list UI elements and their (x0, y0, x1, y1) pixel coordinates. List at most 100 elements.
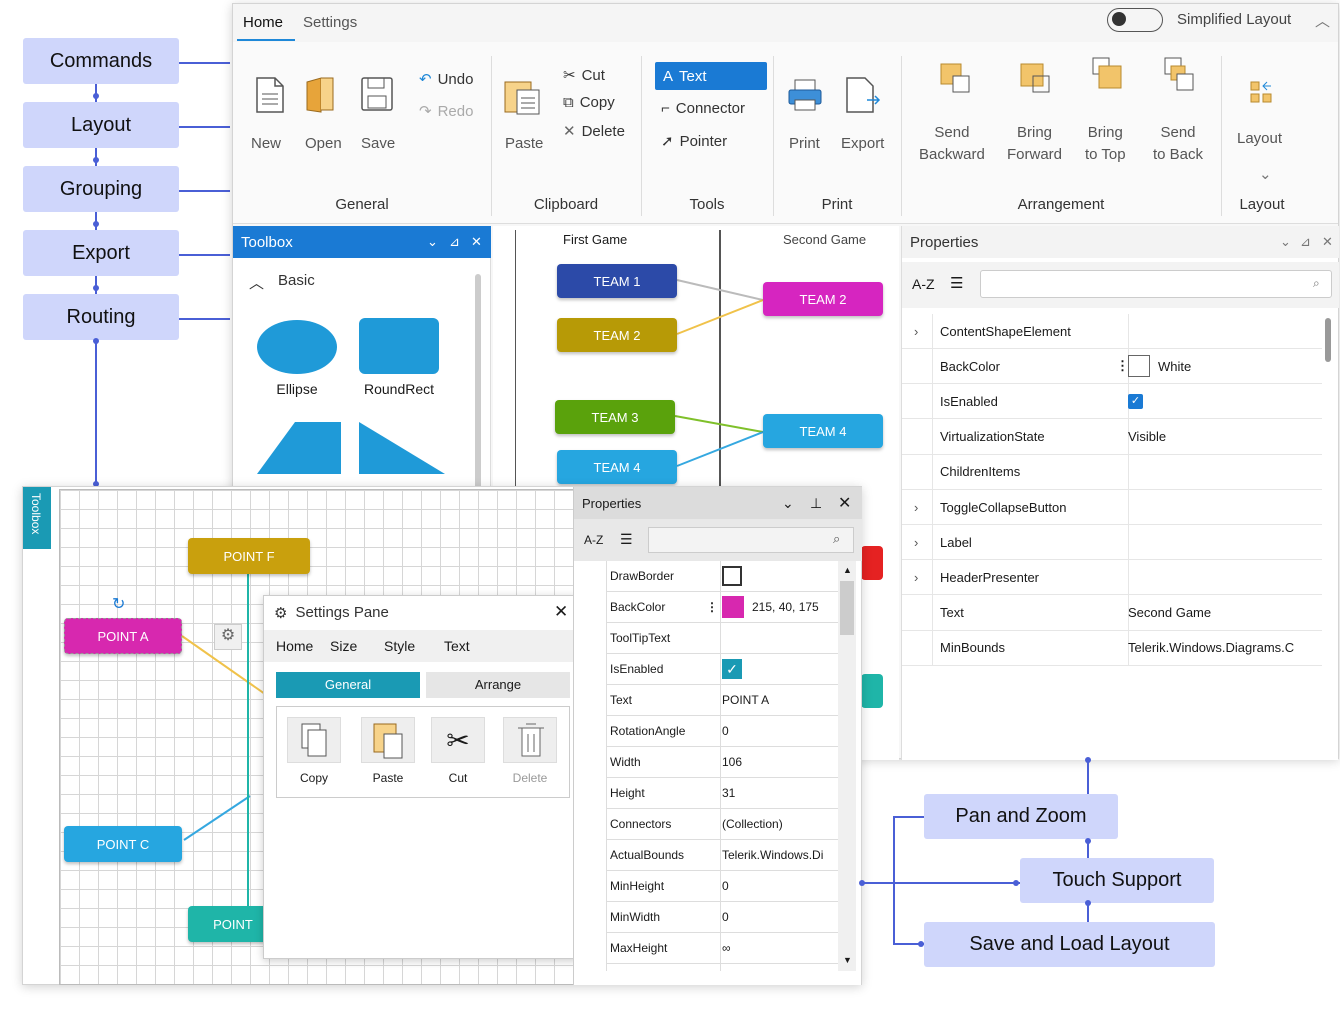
cut-button[interactable]: ✂ Cut (563, 66, 605, 85)
chevron-down-icon[interactable]: ⌄ (782, 495, 794, 512)
search-input[interactable]: ⌕ (980, 270, 1332, 298)
close-icon[interactable]: ✕ (1322, 234, 1333, 250)
roundrect-shape[interactable] (359, 318, 439, 374)
property-row[interactable]: Connectors (Collection) (606, 809, 838, 840)
redo-icon: ↷ (419, 103, 432, 120)
property-row[interactable]: MinWidth 0 (606, 902, 838, 933)
point-node[interactable]: POINT F (188, 538, 310, 574)
property-name: MaxHeight (610, 941, 668, 955)
team-node[interactable]: TEAM 1 (557, 264, 677, 298)
ellipse-shape[interactable] (257, 320, 337, 374)
subtab-arrange[interactable]: Arrange (426, 672, 570, 698)
property-row[interactable]: MaxHeight ∞ (606, 933, 838, 964)
pin-icon[interactable]: ⊥ (810, 495, 822, 512)
toolbox-scrollbar[interactable] (475, 274, 481, 494)
sort-az-button[interactable]: A-Z (584, 533, 603, 547)
property-row[interactable]: DrawBorder (606, 561, 838, 592)
settings-tab-home[interactable]: Home (276, 638, 313, 654)
property-row[interactable]: RotationAngle 0 (606, 716, 838, 747)
color-swatch[interactable] (722, 596, 744, 618)
property-row[interactable]: BackColor 215, 40, 175 ⋮ (606, 592, 838, 623)
property-row[interactable]: MinBounds Telerik.Windows.Diagrams.C (902, 631, 1322, 666)
property-row[interactable]: Text POINT A (606, 685, 838, 716)
chevron-down-icon[interactable]: ⌄ (1280, 234, 1291, 250)
property-row[interactable]: IsEnabled ✓ (902, 384, 1322, 420)
property-row[interactable]: IsEnabled ✓ (606, 654, 838, 685)
toolbox-section-basic[interactable]: ︿ Basic (249, 272, 315, 293)
point-node[interactable]: POINT C (64, 826, 182, 862)
property-name: ActualBounds (610, 848, 685, 862)
property-row[interactable]: ToolTipText (606, 623, 838, 654)
properties-scrollbar[interactable] (1325, 318, 1331, 362)
settings-tab-size[interactable]: Size (330, 638, 357, 654)
property-row[interactable]: BackColor White ⋮ (902, 349, 1322, 385)
pin-icon[interactable]: ⊿ (1300, 234, 1311, 250)
connector-tool-button[interactable]: ⌐ Connector (661, 100, 745, 117)
categorize-icon[interactable]: ☰ (950, 274, 963, 292)
property-row[interactable]: › HeaderPresenter (902, 560, 1322, 596)
close-icon[interactable]: ✕ (471, 234, 482, 250)
text-icon: A (663, 67, 674, 85)
undo-button[interactable]: ↶ Undo (419, 70, 473, 89)
label-save-and-load-layout: Save and Load Layout (924, 922, 1215, 967)
gear-icon[interactable]: ⚙ (214, 624, 242, 650)
settings-tab-style[interactable]: Style (384, 638, 415, 654)
tab-home[interactable]: Home (243, 14, 283, 31)
property-row[interactable]: ActualBounds Telerik.Windows.Di (606, 840, 838, 871)
chevron-down-icon[interactable]: ⌄ (427, 234, 438, 250)
property-row[interactable]: › Label (902, 525, 1322, 561)
property-row[interactable]: Height 31 (606, 778, 838, 809)
sort-az-button[interactable]: A-Z (912, 276, 935, 292)
team-node[interactable]: TEAM 3 (555, 400, 675, 434)
simplified-layout-toggle[interactable] (1107, 8, 1163, 32)
property-value: Telerik.Windows.Di (722, 848, 823, 862)
property-row[interactable]: › ToggleCollapseButton (902, 490, 1322, 525)
property-name: DrawBorder (610, 569, 675, 583)
search-input[interactable]: ⌕ (648, 527, 854, 553)
checkbox-checked[interactable]: ✓ (1128, 393, 1143, 409)
delete-button[interactable]: ✕ Delete (563, 122, 625, 141)
checkbox-unchecked[interactable] (722, 566, 742, 586)
team-node[interactable]: TEAM 2 (557, 318, 677, 352)
property-row[interactable]: ChildrenItems (902, 455, 1322, 490)
color-swatch[interactable] (1128, 355, 1150, 378)
chevron-right-icon[interactable]: › (914, 570, 918, 585)
settings-pane-title: ⚙ Settings Pane (274, 604, 389, 622)
property-name: Width (610, 755, 641, 769)
pointer-tool-button[interactable]: ➚ Pointer (661, 132, 727, 151)
copy-button[interactable]: ⧉ Copy (563, 94, 615, 111)
properties-scrollbar[interactable]: ▲ ▼ (838, 561, 856, 971)
team-node[interactable]: TEAM 2 (763, 282, 883, 316)
trapezoid-shape[interactable] (255, 420, 345, 476)
close-icon[interactable]: ✕ (554, 602, 568, 622)
collapse-ribbon-icon[interactable]: ︿ (1315, 10, 1330, 31)
checkbox-checked[interactable]: ✓ (722, 659, 742, 679)
property-row[interactable]: Width 106 (606, 747, 838, 778)
toolbox-side-tab[interactable]: Toolbox (23, 487, 51, 549)
more-icon[interactable]: ⋮ (1116, 358, 1129, 374)
subtab-general[interactable]: General (276, 672, 420, 698)
chevron-right-icon[interactable]: › (914, 324, 918, 339)
property-row[interactable]: MinHeight 0 (606, 871, 838, 902)
text-tool-button[interactable]: A Text (655, 62, 767, 90)
triangle-shape[interactable] (357, 420, 447, 476)
property-row[interactable]: › ContentShapeElement (902, 314, 1322, 349)
properties-header: Properties ⌄ ⊥ ✕ (574, 487, 862, 519)
team-node[interactable]: TEAM 4 (557, 450, 677, 484)
close-icon: ✕ (563, 123, 576, 140)
categorize-icon[interactable]: ☰ (620, 531, 633, 548)
rotate-icon[interactable]: ↻ (112, 594, 125, 614)
more-icon[interactable]: ⋮ (706, 600, 718, 614)
tab-settings[interactable]: Settings (303, 14, 357, 31)
redo-button[interactable]: ↷ Redo (419, 102, 473, 121)
chevron-right-icon[interactable]: › (914, 500, 918, 515)
property-row[interactable]: Text Second Game (902, 596, 1322, 631)
settings-tab-text[interactable]: Text (444, 638, 470, 654)
property-row[interactable]: VirtualizationState Visible (902, 420, 1322, 455)
team-node[interactable]: TEAM 4 (763, 414, 883, 448)
property-grid: › ContentShapeElement BackColor White ⋮ IsEna… (902, 314, 1322, 666)
chevron-right-icon[interactable]: › (914, 535, 918, 550)
pin-icon[interactable]: ⊿ (449, 234, 460, 250)
point-node-selected[interactable]: POINT A (64, 618, 182, 654)
close-icon[interactable]: ✕ (838, 493, 851, 513)
